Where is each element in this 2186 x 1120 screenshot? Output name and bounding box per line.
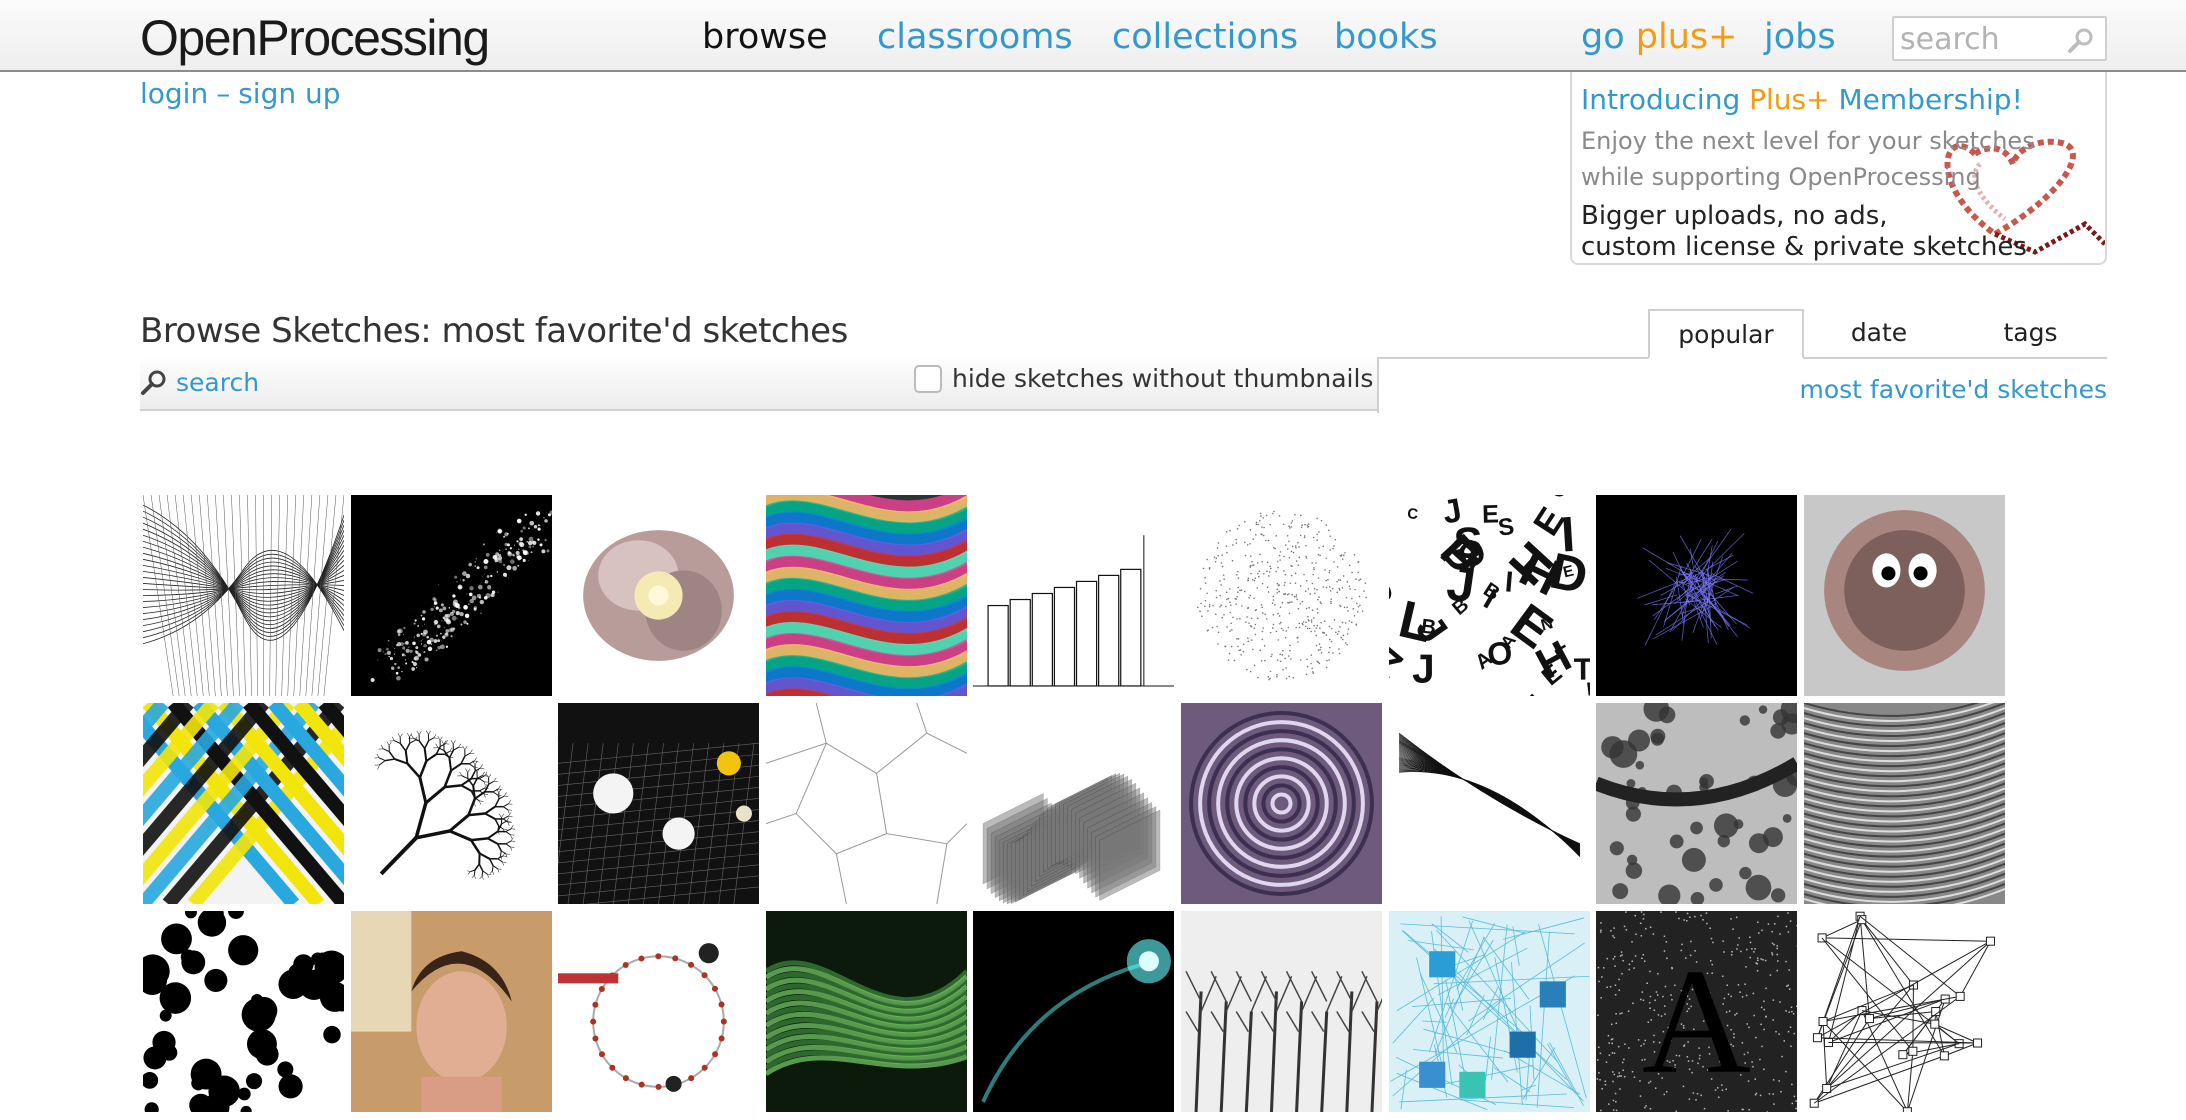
thumbnail-image (765, 911, 967, 1112)
tab-popular[interactable]: popular (1648, 309, 1804, 359)
sketch-thumbnail-particle-burst[interactable] (350, 495, 552, 696)
sketch-thumbnail-architecture-lines[interactable] (973, 495, 1175, 696)
thumbnail-image: A (1596, 911, 1798, 1112)
thumbnail-image (765, 495, 967, 696)
thumbnail-image (973, 703, 1175, 904)
sketch-thumbnail-grayscale-waves[interactable] (1803, 703, 2005, 904)
sketch-thumbnail-spheres-grid[interactable] (558, 703, 760, 904)
hide-no-thumbnail-checkbox[interactable] (914, 364, 942, 393)
thumbnail-image (143, 495, 344, 696)
thumbnail-image (1596, 495, 1798, 696)
promo-line-2: while supporting OpenProcessing (1581, 163, 1981, 191)
nav-jobs[interactable]: jobs (1764, 16, 1836, 58)
sketch-thumbnail-typography[interactable]: SJBIEBIAJOSEHLDDCEBJHAIJTZINAEDJOHFSEGLL (1388, 495, 1590, 696)
sketch-thumbnail-voronoi-cells[interactable] (765, 703, 967, 904)
thumbnail-image (1181, 495, 1382, 696)
plus-promo-panel[interactable]: Introducing Plus+ Membership! Enjoy the … (1570, 72, 2107, 265)
sketch-thumbnail-ascii-letter[interactable]: A (1596, 911, 1798, 1112)
sketch-thumbnail-wireframe-mesh[interactable] (143, 495, 344, 696)
nav-collections[interactable]: collections (1112, 16, 1298, 58)
search-icon[interactable] (2067, 26, 2095, 58)
signup-link[interactable]: sign up (238, 77, 340, 110)
thumbnail-image (350, 495, 552, 696)
promo-title-plus: Plus+ (1749, 83, 1830, 116)
svg-text:C: C (1406, 506, 1418, 523)
sketch-thumbnail-cross-stripes[interactable] (143, 703, 344, 904)
thumbnail-image: SJBIEBIAJOSEHLDDCEBJHAIJTZINAEDJOHFSEGLL (1388, 495, 1590, 696)
promo-title-prefix: Introducing (1581, 83, 1741, 116)
thumbnail-image (765, 703, 967, 904)
promo-feature-1: Bigger uploads, no ads, (1581, 201, 1888, 231)
nav-go-plus[interactable]: go plus+ (1581, 16, 1737, 58)
sketch-thumbnail-reaction-diffusion[interactable] (1596, 703, 1798, 904)
nav-browse[interactable]: browse (702, 16, 828, 58)
sketch-thumbnail-cubes-network[interactable] (1388, 911, 1590, 1112)
promo-title: Introducing Plus+ Membership! (1581, 82, 2023, 118)
auth-separator: – (216, 77, 231, 110)
sketch-thumbnail-green-smoke[interactable] (765, 911, 967, 1112)
sketch-thumbnail-orbit-diagram[interactable] (558, 911, 760, 1112)
thumbnail-filter: hide sketches without thumbnails (914, 364, 1373, 393)
sketch-thumbnail-portrait-photo[interactable] (350, 911, 552, 1112)
thumbnail-image (350, 911, 552, 1112)
sketch-thumbnail-flower-render[interactable] (558, 495, 760, 696)
svg-text:A: A (1642, 938, 1751, 1105)
go-label: go (1581, 17, 1625, 57)
magnifier-icon (141, 370, 166, 395)
thumbnail-filter-label: hide sketches without thumbnails (952, 364, 1374, 393)
page-title: Browse Sketches: most favorite'd sketche… (140, 311, 848, 351)
thumbnail-image (1803, 703, 2005, 904)
thumbnail-image (1803, 495, 2005, 696)
thumbnail-image (350, 703, 552, 904)
promo-title-suffix: Membership! (1838, 83, 2023, 116)
login-link[interactable]: login (140, 77, 208, 110)
thumbnail-image (1596, 703, 1798, 904)
sketch-thumbnail-dot-sphere[interactable] (1181, 495, 1382, 696)
thumbnail-image (558, 495, 760, 696)
promo-feature-2: custom license & private sketches (1581, 232, 2027, 262)
thumbnail-image (1388, 911, 1590, 1112)
svg-text:T: T (1573, 652, 1589, 687)
svg-text:S: S (1453, 519, 1483, 567)
plus-label: plus+ (1635, 17, 1738, 57)
search-input[interactable] (1900, 22, 2060, 56)
thumbnail-image (1181, 911, 1382, 1112)
sketch-thumbnail-fractal-branches[interactable] (350, 703, 552, 904)
thumbnail-image (1803, 911, 2005, 1112)
thumbnail-image (973, 911, 1175, 1112)
svg-text:E: E (1481, 500, 1499, 528)
thumbnail-image (558, 703, 760, 904)
auth-links: login – sign up (140, 74, 341, 114)
site-logo[interactable]: OpenProcessing (140, 8, 490, 68)
thumbnail-image (143, 703, 344, 904)
tab-tags[interactable]: tags (1954, 309, 2107, 359)
sketch-grid: SJBIEBIAJOSEHLDDCEBJHAIJTZINAEDJOHFSEGLL… (143, 495, 2186, 1120)
sort-label[interactable]: most favorite'd sketches (1799, 373, 2107, 407)
sketch-thumbnail-cyan-comet[interactable] (973, 911, 1175, 1112)
thumbnail-image (558, 911, 760, 1112)
browse-search-label: search (176, 367, 260, 397)
thumbnail-image (1181, 703, 1382, 904)
sketch-thumbnail-wave-bars[interactable] (973, 703, 1175, 904)
svg-text:S: S (1496, 513, 1515, 542)
thumbnail-image (1388, 703, 1590, 904)
sketch-thumbnail-web-strands[interactable] (1388, 703, 1590, 904)
header-search (1892, 16, 2107, 61)
top-bar: OpenProcessing browse classrooms collect… (0, 0, 2186, 72)
thumbnail-image (973, 495, 1175, 696)
promo-line-1: Enjoy the next level for your sketches (1581, 127, 2035, 155)
browse-toolbar: search hide sketches without thumbnails (140, 356, 1378, 411)
sketch-thumbnail-furry-creature[interactable] (1803, 495, 2005, 696)
nav-books[interactable]: books (1334, 16, 1438, 58)
sketch-thumbnail-blue-tangle[interactable] (1596, 495, 1798, 696)
sketch-thumbnail-mandala[interactable] (1181, 703, 1382, 904)
sketch-thumbnail-line-network[interactable] (1803, 911, 2005, 1112)
sketch-thumbnail-black-blobs[interactable] (143, 911, 344, 1112)
sketch-thumbnail-bare-trees[interactable] (1181, 911, 1382, 1112)
tab-date[interactable]: date (1804, 309, 1954, 359)
nav-classrooms[interactable]: classrooms (877, 16, 1073, 58)
browse-search[interactable]: search (140, 364, 259, 400)
thumbnail-image (143, 911, 344, 1112)
sketch-thumbnail-rainbow-flow[interactable] (765, 495, 967, 696)
